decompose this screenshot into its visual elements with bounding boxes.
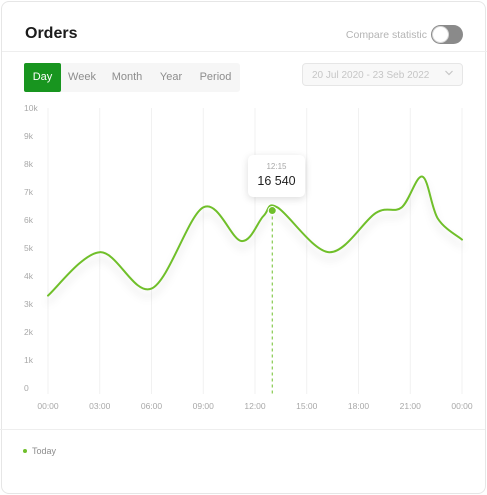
y-tick-label: 3k: [24, 299, 34, 309]
y-tick-label: 8k: [24, 159, 34, 169]
legend-label-today: Today: [32, 446, 57, 456]
x-tick-label: 00:00: [37, 401, 59, 411]
x-tick-label: 18:00: [348, 401, 370, 411]
highlight-point: [267, 206, 277, 216]
x-tick-label: 03:00: [89, 401, 111, 411]
y-tick-label: 7k: [24, 187, 34, 197]
x-tick-label: 00:00: [451, 401, 473, 411]
tooltip-value: 16 540: [257, 174, 296, 188]
x-tick-label: 15:00: [296, 401, 318, 411]
x-tick-label: 06:00: [141, 401, 163, 411]
legend-dot: [23, 449, 27, 453]
orders-line-chart: 00:00 03:00 06:00 09:00 12:00 15:00 18:00 21:00…: [24, 103, 473, 411]
x-tick-label: 09:00: [193, 401, 215, 411]
y-tick-label: 0: [24, 383, 29, 393]
y-tick-label: 6k: [24, 215, 34, 225]
x-tick-label: 12:00: [244, 401, 266, 411]
y-tick-label: 9k: [24, 131, 34, 141]
chart-tooltip: 12:15 16 540: [248, 155, 305, 197]
tooltip-time: 12:15: [266, 162, 287, 171]
y-tick-label: 1k: [24, 355, 34, 365]
x-tick-label: 21:00: [400, 401, 422, 411]
y-tick-label: 10k: [24, 103, 38, 113]
y-tick-label: 2k: [24, 327, 34, 337]
footer-divider: [0, 429, 485, 430]
chart-legend: Today: [23, 446, 56, 456]
y-tick-label: 4k: [24, 271, 34, 281]
y-tick-label: 5k: [24, 243, 34, 253]
